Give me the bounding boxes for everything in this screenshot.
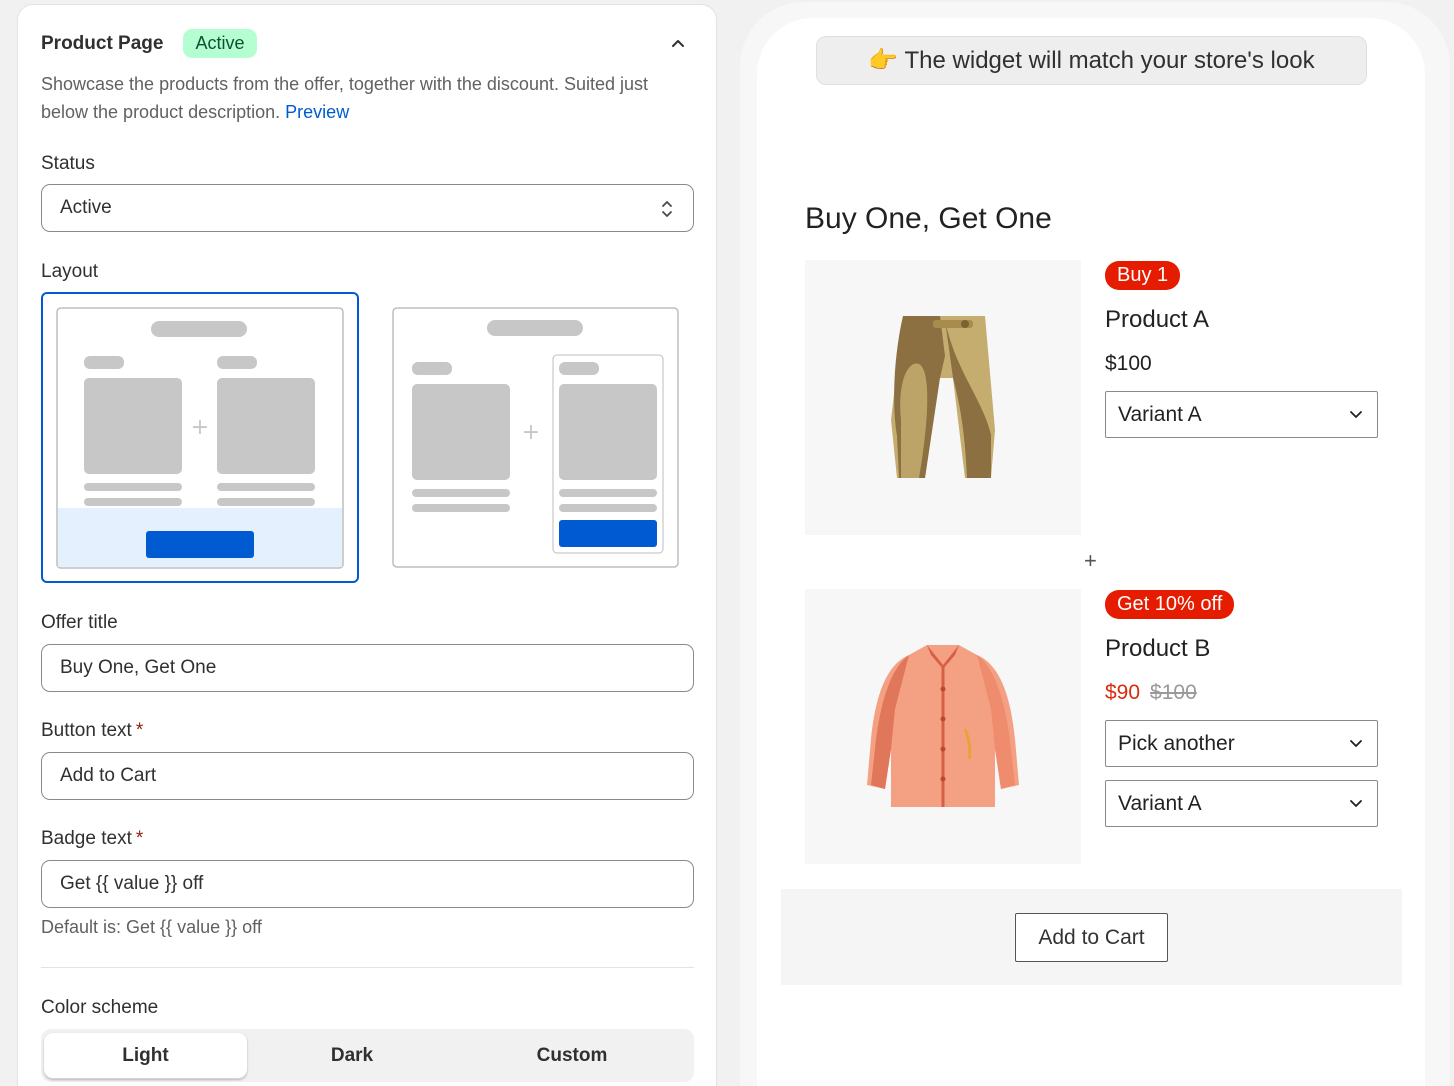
layout-thumbnail-stacked: + — [56, 307, 344, 569]
product-b-compare-price: $100 — [1150, 681, 1197, 704]
offer-title-input[interactable]: Buy One, Get One — [41, 644, 694, 692]
chevron-down-icon — [1350, 800, 1362, 807]
layout-label: Layout — [41, 261, 99, 282]
color-scheme-segmented: Light Dark Custom — [41, 1029, 694, 1082]
layout-thumbnail-cards: + — [392, 307, 679, 568]
color-scheme-label: Color scheme — [41, 997, 159, 1018]
color-scheme-custom-button[interactable]: Custom — [457, 1033, 687, 1079]
product-b-badge: Get 10% off — [1105, 590, 1235, 619]
button-text-label: Button text * — [41, 720, 143, 742]
product-a-badge: Buy 1 — [1105, 261, 1181, 290]
button-text-value: Add to Cart — [60, 765, 157, 786]
color-scheme-dark-button[interactable]: Dark — [247, 1033, 457, 1079]
add-to-cart-button[interactable]: Add to Cart — [1015, 913, 1168, 962]
card-description: Showcase the products from the offer, to… — [41, 70, 681, 126]
preview-offer-title: Buy One, Get One — [805, 202, 1052, 235]
status-select[interactable]: Active — [41, 184, 694, 232]
badge-text-helper: Default is: Get {{ value }} off — [41, 917, 262, 937]
product-a-price: $100 — [1105, 352, 1152, 375]
badge-text-input[interactable]: Get {{ value }} off — [41, 860, 694, 908]
button-text-label-text: Button text — [41, 720, 132, 741]
layout-option-stacked[interactable]: + — [41, 292, 359, 583]
card-header: Product Page Active — [41, 29, 257, 58]
preview-link[interactable]: Preview — [285, 102, 349, 122]
product-b-variant-select[interactable]: Variant A — [1105, 780, 1378, 827]
color-scheme-light-button[interactable]: Light — [44, 1032, 247, 1079]
store-look-notice: 👉 The widget will match your store's loo… — [816, 36, 1367, 85]
svg-text:+: + — [522, 420, 540, 445]
layout-option-cards[interactable]: + — [392, 307, 680, 569]
chevron-up-icon[interactable] — [668, 33, 688, 53]
product-b-pick-value: Pick another — [1118, 731, 1235, 755]
chevron-down-icon — [1350, 740, 1362, 747]
badge-text-label-text: Badge text — [41, 828, 132, 849]
badge-text-label: Badge text * — [41, 828, 143, 850]
offer-title-label: Offer title — [41, 612, 118, 633]
plus-separator: + — [1084, 548, 1097, 573]
offer-title-value: Buy One, Get One — [60, 657, 217, 678]
badge-text-value: Get {{ value }} off — [60, 873, 204, 894]
status-badge: Active — [183, 29, 257, 58]
product-a-image — [805, 260, 1081, 535]
product-b-price: $90 — [1105, 681, 1141, 704]
divider — [41, 967, 694, 968]
status-select-value: Active — [60, 197, 112, 218]
product-a-variant-value: Variant A — [1118, 402, 1202, 426]
select-updown-icon — [662, 201, 672, 217]
settings-card: Product Page Active Showcase the product… — [17, 4, 717, 1086]
product-b-pick-select[interactable]: Pick another — [1105, 720, 1378, 767]
button-text-input[interactable]: Add to Cart — [41, 752, 694, 800]
product-b-price-row: $90 $100 — [1105, 681, 1197, 705]
product-b-variant-value: Variant A — [1118, 791, 1202, 815]
product-b-image — [805, 589, 1081, 864]
shirt-icon — [867, 645, 1019, 807]
product-b-name: Product B — [1105, 635, 1211, 662]
required-mark: * — [135, 828, 144, 849]
product-a-name: Product A — [1105, 306, 1210, 333]
product-a-variant-select[interactable]: Variant A — [1105, 391, 1378, 438]
required-mark: * — [135, 720, 144, 741]
card-title: Product Page — [41, 32, 164, 54]
svg-text:+: + — [191, 415, 209, 440]
pants-icon — [891, 316, 995, 478]
chevron-down-icon — [1350, 411, 1362, 418]
status-label: Status — [41, 153, 95, 174]
